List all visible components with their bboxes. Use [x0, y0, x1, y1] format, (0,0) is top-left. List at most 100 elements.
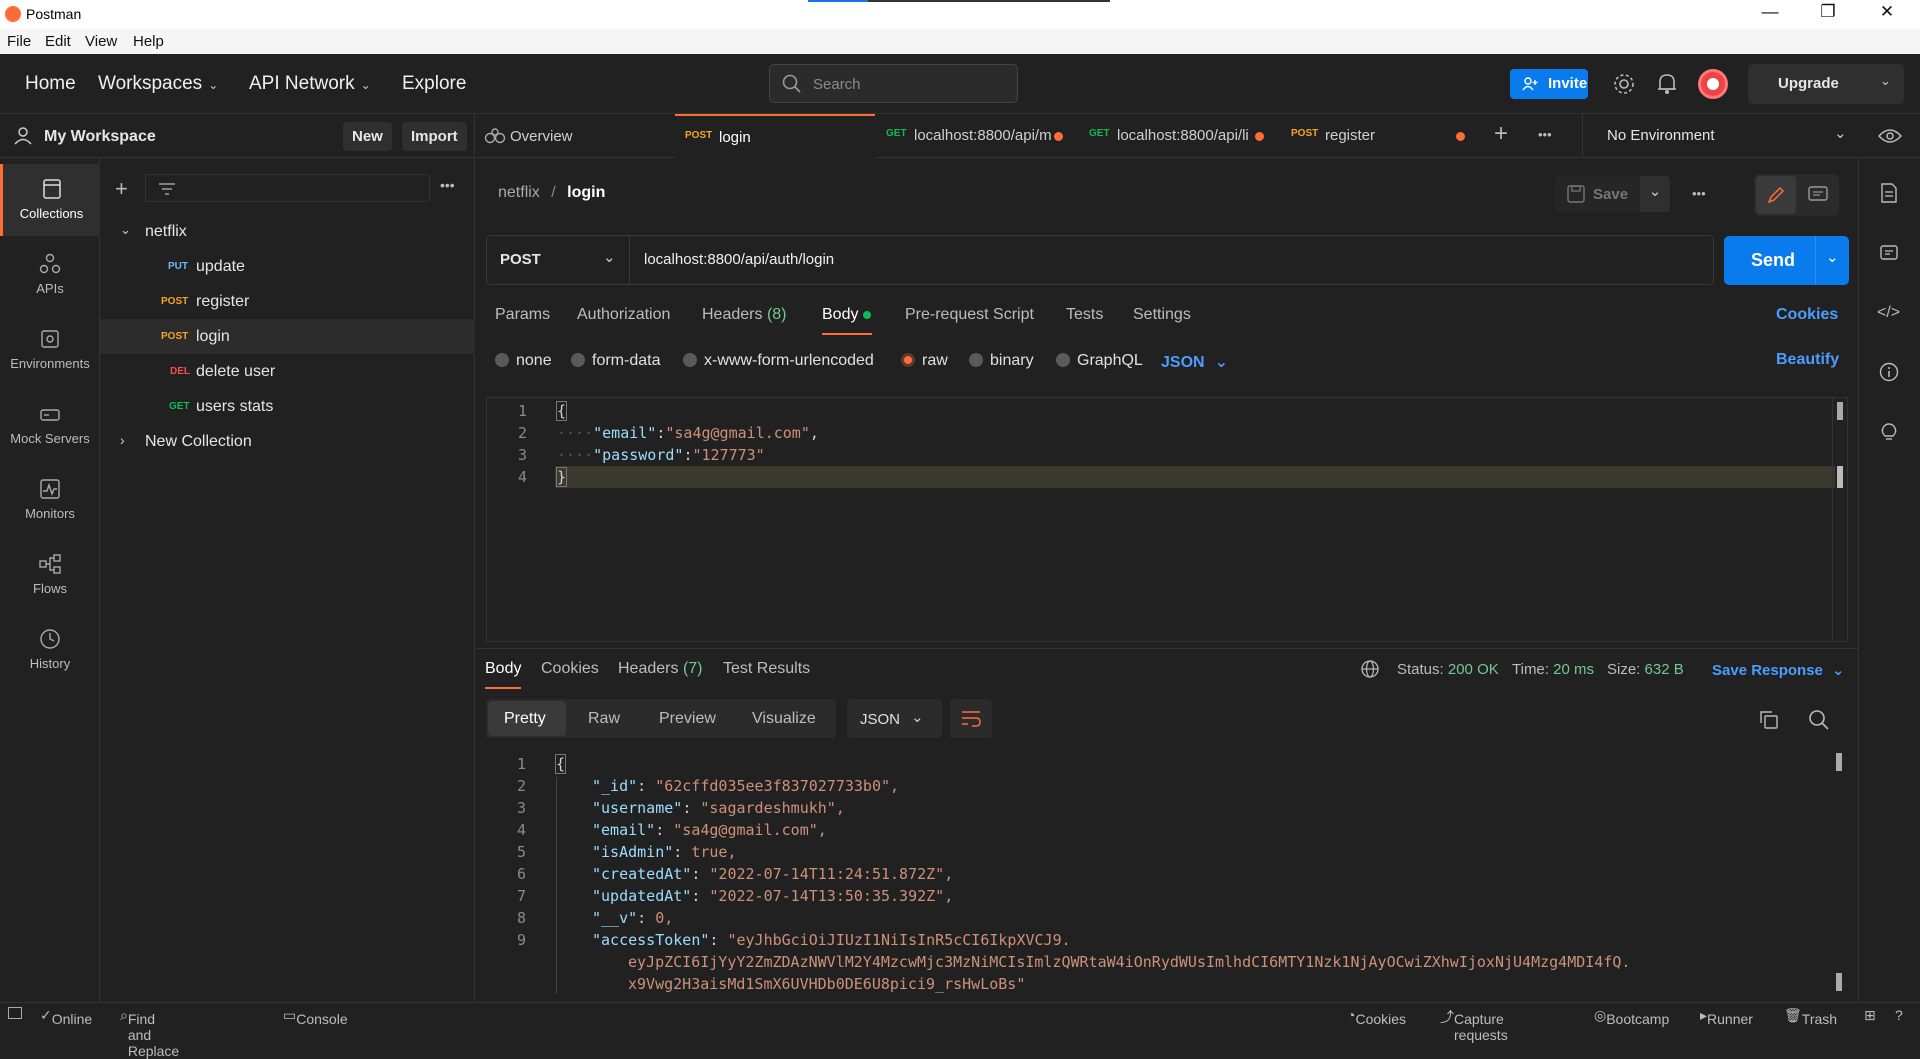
tabs-more-icon[interactable]: •••: [1538, 127, 1552, 142]
workspace-name[interactable]: My Workspace: [44, 128, 156, 146]
cookies-button[interactable]: ◔ Cookies: [1347, 1007, 1406, 1027]
settings-gear-icon[interactable]: [1612, 72, 1636, 96]
breadcrumb-current[interactable]: login: [567, 184, 605, 201]
menu-help[interactable]: Help: [133, 33, 164, 50]
url-input[interactable]: localhost:8800/api/auth/login: [644, 251, 834, 268]
rail-history[interactable]: History: [0, 614, 100, 686]
tab-tests[interactable]: Tests: [1066, 306, 1103, 324]
request-update[interactable]: PUT update: [100, 249, 475, 284]
import-button[interactable]: Import: [402, 122, 467, 151]
eye-icon[interactable]: [1878, 127, 1902, 145]
menu-edit[interactable]: Edit: [45, 33, 71, 50]
search-input[interactable]: Search: [769, 64, 1018, 103]
nav-home[interactable]: Home: [25, 73, 76, 95]
search-response-icon[interactable]: [1808, 709, 1830, 731]
lightbulb-icon[interactable]: [1879, 422, 1899, 444]
collection-netflix[interactable]: ⌄ netflix: [100, 214, 475, 249]
find-replace-button[interactable]: ⌕ Find and Replace: [120, 1007, 179, 1059]
chevron-down-icon[interactable]: ⌄: [1834, 124, 1847, 142]
tab-pre-request-script[interactable]: Pre-request Script: [905, 306, 1034, 324]
view-preview[interactable]: Preview: [659, 710, 716, 728]
response-tab-test-results[interactable]: Test Results: [723, 660, 810, 678]
runner-button[interactable]: ▸ Runner: [1700, 1007, 1753, 1027]
comment-mode-icon[interactable]: [1808, 186, 1828, 204]
rail-flows[interactable]: Flows: [0, 539, 100, 611]
trash-button[interactable]: 🗑 Trash: [1784, 1007, 1837, 1027]
rail-monitors[interactable]: Monitors: [0, 464, 100, 536]
user-avatar[interactable]: [1698, 69, 1728, 99]
view-raw[interactable]: Raw: [588, 710, 620, 728]
minimize-button[interactable]: —: [1750, 2, 1790, 22]
radio-form-data[interactable]: form-data: [571, 352, 660, 370]
beautify-link[interactable]: Beautify: [1776, 351, 1839, 369]
filter-input[interactable]: [145, 174, 430, 202]
request-body-editor[interactable]: 1 2 3 4 { ····"email":"sa4g@gmail.com", …: [486, 397, 1848, 642]
request-more-icon[interactable]: •••: [1692, 186, 1706, 201]
request-delete-user[interactable]: DEL delete user: [100, 354, 475, 389]
notifications-bell-icon[interactable]: [1656, 72, 1678, 96]
tab-settings[interactable]: Settings: [1133, 306, 1191, 324]
toggle-sidebar-icon[interactable]: [8, 1007, 22, 1019]
wrap-lines-button[interactable]: [950, 699, 992, 738]
comments-icon[interactable]: [1879, 244, 1899, 264]
more-options-icon[interactable]: •••: [440, 177, 455, 193]
request-login[interactable]: POST login: [100, 319, 475, 354]
new-button[interactable]: New: [343, 122, 392, 151]
globe-icon[interactable]: [1361, 660, 1379, 678]
request-register[interactable]: POST register: [100, 284, 475, 319]
request-users-stats[interactable]: GET users stats: [100, 389, 475, 424]
menu-file[interactable]: File: [7, 33, 31, 50]
rail-apis[interactable]: APIs: [0, 239, 100, 311]
rail-mock-servers[interactable]: Mock Servers: [0, 389, 100, 461]
response-format-selector[interactable]: JSON ⌄: [847, 699, 942, 738]
scrollbar-thumb[interactable]: [1836, 753, 1842, 771]
console-button[interactable]: ▭ Console: [283, 1007, 348, 1027]
copy-icon[interactable]: [1759, 710, 1779, 730]
code-snippet-icon[interactable]: </>: [1877, 304, 1900, 322]
response-tab-body[interactable]: Body: [485, 660, 521, 678]
layout-toggle-icon[interactable]: ⊞: [1864, 1007, 1876, 1024]
info-icon[interactable]: [1879, 362, 1899, 382]
tab-authorization[interactable]: Authorization: [577, 306, 670, 324]
rail-environments[interactable]: Environments: [0, 314, 100, 386]
help-icon[interactable]: ?: [1895, 1007, 1903, 1023]
radio-raw[interactable]: raw: [901, 352, 948, 370]
bootcamp-button[interactable]: ◎ Bootcamp: [1594, 1007, 1669, 1027]
scrollbar-thumb[interactable]: [1837, 402, 1843, 420]
tab-get-lists[interactable]: GET localhost:8800/api/li: [1077, 114, 1277, 158]
invite-button[interactable]: Invite: [1510, 69, 1588, 99]
documentation-icon[interactable]: [1880, 182, 1898, 204]
tab-get-movies[interactable]: GET localhost:8800/api/m: [876, 114, 1076, 158]
menu-view[interactable]: View: [85, 33, 117, 50]
rail-collections[interactable]: Collections: [0, 164, 100, 236]
new-tab-button[interactable]: +: [1494, 120, 1508, 148]
send-options-chevron-icon[interactable]: ⌄: [1826, 248, 1839, 266]
chevron-down-icon[interactable]: ⌄: [1880, 73, 1891, 89]
tab-register[interactable]: POST register: [1278, 114, 1478, 158]
edit-mode-button[interactable]: [1756, 176, 1796, 214]
add-collection-button[interactable]: +: [115, 176, 128, 202]
method-selector[interactable]: POST ⌄: [487, 236, 630, 284]
radio-none[interactable]: none: [495, 352, 552, 370]
view-pretty[interactable]: Pretty: [488, 701, 566, 736]
tab-login[interactable]: POST login: [675, 114, 875, 158]
response-tab-headers[interactable]: Headers (7): [618, 660, 703, 678]
cookies-link[interactable]: Cookies: [1776, 306, 1838, 324]
close-window-button[interactable]: ✕: [1867, 2, 1907, 22]
save-response-button[interactable]: Save Response ⌄: [1712, 661, 1844, 679]
nav-explore[interactable]: Explore: [402, 73, 466, 95]
tab-headers[interactable]: Headers (8): [702, 306, 787, 324]
radio-binary[interactable]: binary: [969, 352, 1034, 370]
maximize-button[interactable]: ❐: [1808, 2, 1848, 22]
breadcrumb-parent[interactable]: netflix: [498, 184, 540, 201]
environment-selector[interactable]: No Environment: [1607, 127, 1715, 144]
nav-workspaces[interactable]: Workspaces ⌄: [98, 73, 218, 95]
collection-new-collection[interactable]: › New Collection: [100, 424, 475, 459]
send-button[interactable]: Send ⌄: [1724, 236, 1849, 285]
tab-params[interactable]: Params: [495, 306, 550, 324]
language-selector[interactable]: JSON ⌄: [1161, 352, 1228, 372]
response-tab-cookies[interactable]: Cookies: [541, 660, 599, 678]
save-options-chevron-icon[interactable]: ⌄: [1640, 176, 1670, 212]
nav-api-network[interactable]: API Network ⌄: [249, 73, 371, 95]
online-status[interactable]: ✓ Online: [40, 1007, 92, 1027]
